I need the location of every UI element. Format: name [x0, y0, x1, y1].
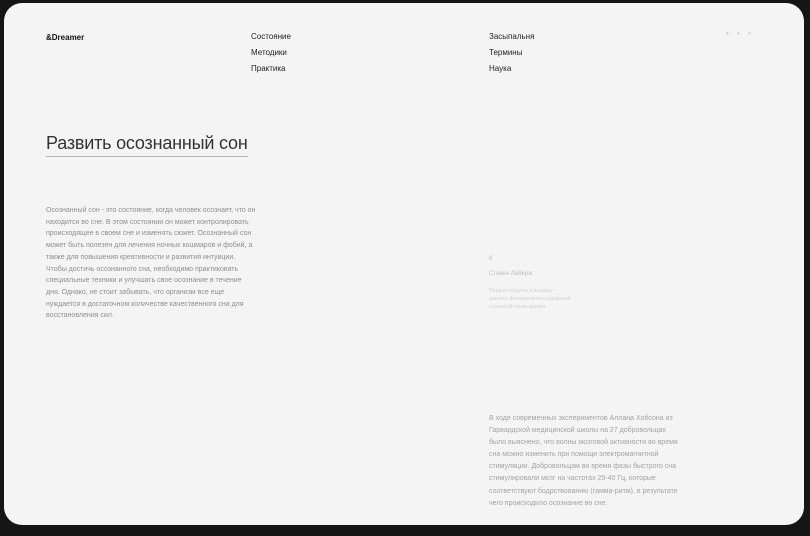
nav-link-methods[interactable]: Методики: [251, 47, 291, 58]
logo[interactable]: &Dreamer: [46, 33, 84, 42]
quote-author: Стивен Лаберж: [489, 271, 533, 277]
nav-link-state[interactable]: Состояние: [251, 31, 291, 42]
intro-paragraph: Осознанный сон - это состояние, когда че…: [46, 207, 256, 320]
nav-secondary: Засыпальня Термины Наука: [489, 31, 534, 74]
nav-link-practice[interactable]: Практика: [251, 63, 291, 74]
page: &Dreamer Состояние Методики Практика Зас…: [4, 3, 804, 525]
page-title: Развить осознанный сон: [46, 133, 248, 157]
menu-dots-icon[interactable]: • • •: [726, 29, 754, 38]
nav-link-science[interactable]: Наука: [489, 63, 534, 74]
quote-note: Первая попытка к вопросу данного феномен…: [489, 288, 571, 311]
nav-link-terms[interactable]: Термины: [489, 47, 534, 58]
quote-number: 8: [489, 256, 493, 262]
nav-primary: Состояние Методики Практика: [251, 31, 291, 74]
article-paragraph: В ходе современных экспериментов Аллана …: [489, 415, 678, 507]
nav-link-sleep-room[interactable]: Засыпальня: [489, 31, 534, 42]
